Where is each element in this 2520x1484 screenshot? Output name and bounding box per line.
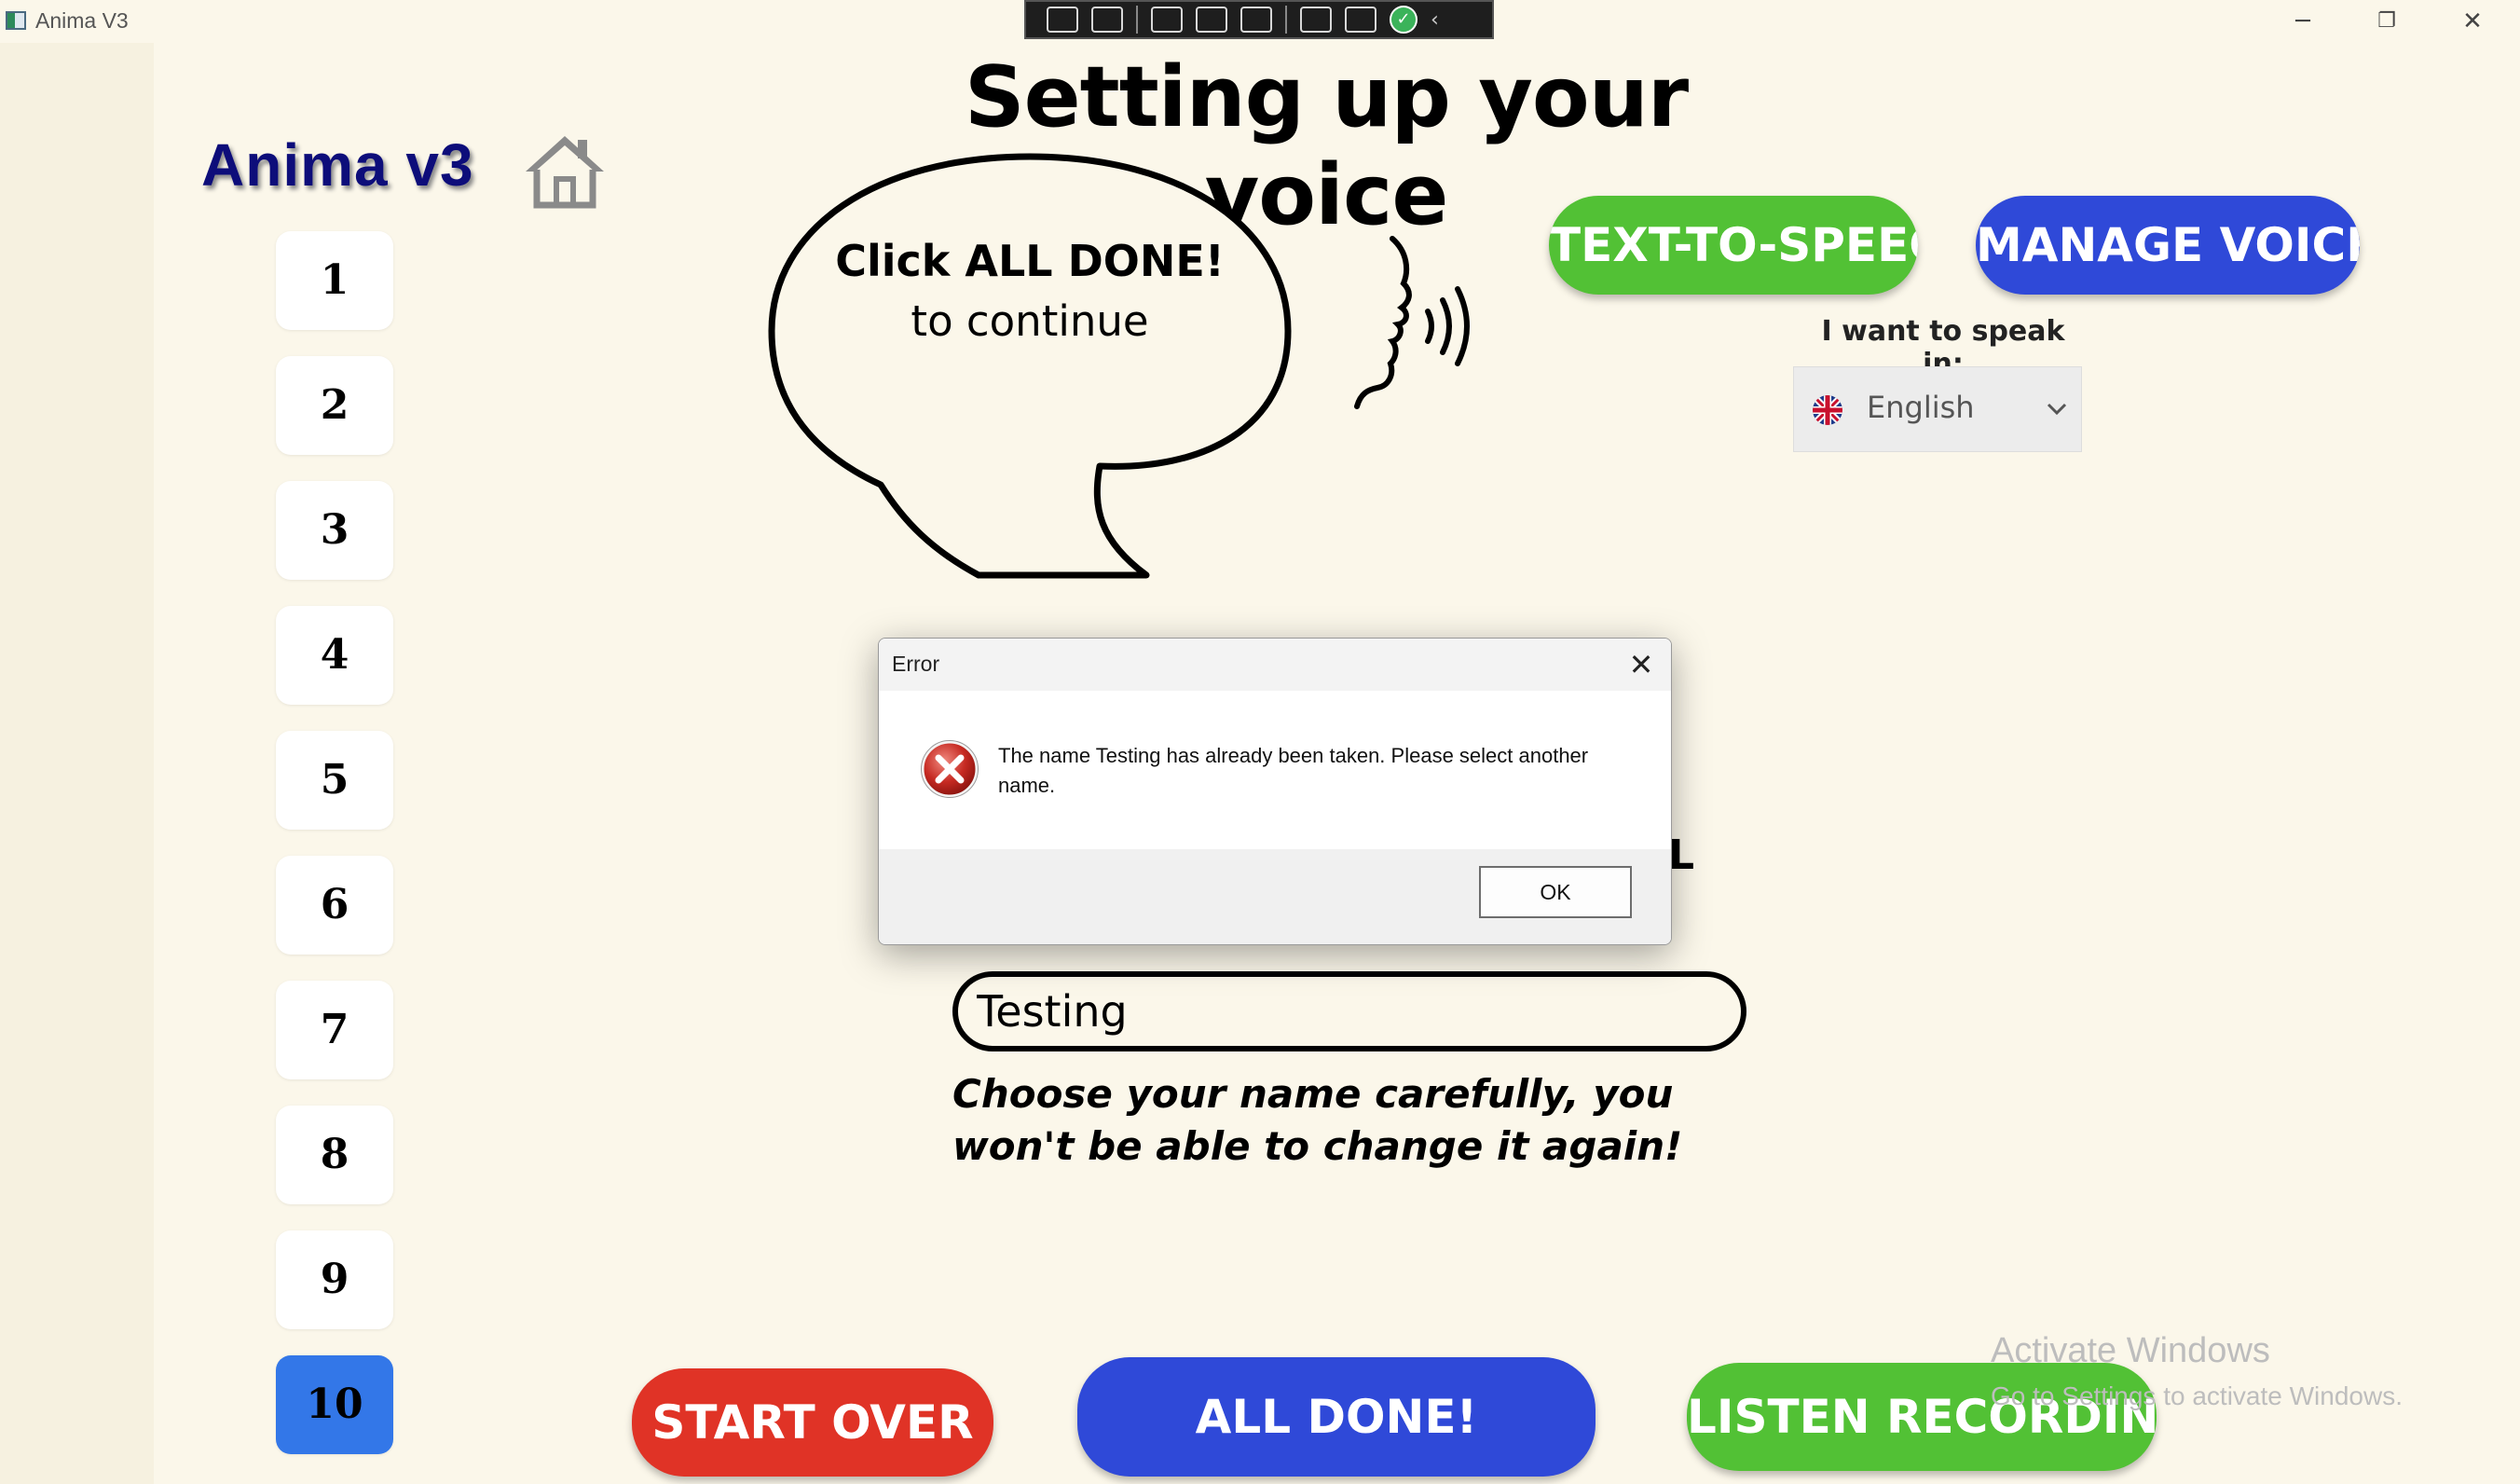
- window-titlebar: Anima V3 ✓ ‹ ─ ❐ ✕: [0, 0, 2520, 43]
- step-button-1[interactable]: 1: [276, 231, 393, 330]
- activate-windows-subtitle: Go to Settings to activate Windows.: [1991, 1381, 2403, 1410]
- step-button-10[interactable]: 10: [276, 1355, 393, 1454]
- step-button-2[interactable]: 2: [276, 356, 393, 455]
- track-focus-icon[interactable]: [1240, 7, 1272, 33]
- step-button-4[interactable]: 4: [276, 606, 393, 705]
- debug-toolbar: ✓ ‹: [1024, 0, 1494, 39]
- home-icon[interactable]: [522, 131, 608, 209]
- speaking-head-icon: [1354, 236, 1470, 409]
- app-icon: [6, 11, 26, 30]
- chevron-down-icon: [2047, 403, 2067, 416]
- partially-hidden-label: L: [1668, 831, 1695, 879]
- step-button-6[interactable]: 6: [276, 856, 393, 955]
- step-button-5[interactable]: 5: [276, 731, 393, 830]
- toolbar-separator: [1285, 6, 1287, 34]
- dialog-close-button[interactable]: ✕: [1621, 646, 1662, 683]
- text-to-speech-button[interactable]: TEXT-TO-SPEECH: [1549, 196, 1918, 295]
- video-icon[interactable]: [1091, 7, 1123, 33]
- step-button-3[interactable]: 3: [276, 481, 393, 580]
- listen-recording-button[interactable]: LISTEN RECORDING: [1687, 1363, 2157, 1471]
- minimize-button[interactable]: ─: [2270, 4, 2335, 39]
- collapse-toolbar-icon[interactable]: ‹: [1431, 8, 1439, 32]
- language-dropdown[interactable]: English: [1793, 366, 2082, 452]
- speech-bubble: [768, 153, 1292, 579]
- dialog-titlebar: Error ✕: [879, 639, 1671, 691]
- error-icon: [921, 740, 979, 798]
- step-button-7[interactable]: 7: [276, 981, 393, 1079]
- uk-flag-icon: [1813, 395, 1842, 425]
- hot-reload-icon[interactable]: [1300, 7, 1332, 33]
- bubble-instruction: to continue: [911, 296, 1149, 346]
- check-icon[interactable]: ✓: [1390, 6, 1418, 34]
- start-over-button[interactable]: START OVER: [632, 1368, 993, 1477]
- all-done-button[interactable]: ALL DONE!: [1077, 1357, 1596, 1477]
- name-hint: Choose your name carefully, you won't be…: [952, 1071, 1683, 1169]
- dialog-title: Error: [892, 652, 940, 676]
- accessibility-icon[interactable]: [1345, 7, 1376, 33]
- language-selected: English: [1867, 390, 1975, 425]
- window-title: Anima V3: [35, 8, 129, 33]
- restore-button[interactable]: ❐: [2354, 4, 2419, 39]
- manage-voices-button[interactable]: MANAGE VOICES: [1976, 196, 2360, 295]
- left-margin: [0, 43, 154, 1484]
- step-button-8[interactable]: 8: [276, 1106, 393, 1204]
- brand-title: Anima v3: [201, 131, 474, 199]
- toolbar-separator: [1136, 6, 1138, 34]
- bubble-instruction-bold: Click ALL DONE!: [835, 236, 1225, 286]
- error-dialog: Error ✕ The name Testing has already bee…: [878, 638, 1672, 945]
- close-window-button[interactable]: ✕: [2440, 4, 2505, 39]
- select-element-icon[interactable]: [1047, 7, 1078, 33]
- step-button-9[interactable]: 9: [276, 1230, 393, 1329]
- dialog-message: The name Testing has already been taken.…: [998, 744, 1589, 797]
- cursor-select-icon[interactable]: [1151, 7, 1183, 33]
- layout-adorner-icon[interactable]: [1196, 7, 1227, 33]
- dialog-ok-button[interactable]: OK: [1479, 866, 1632, 918]
- voice-name-input[interactable]: [952, 971, 1746, 1051]
- activate-windows-title: Activate Windows: [1991, 1331, 2270, 1370]
